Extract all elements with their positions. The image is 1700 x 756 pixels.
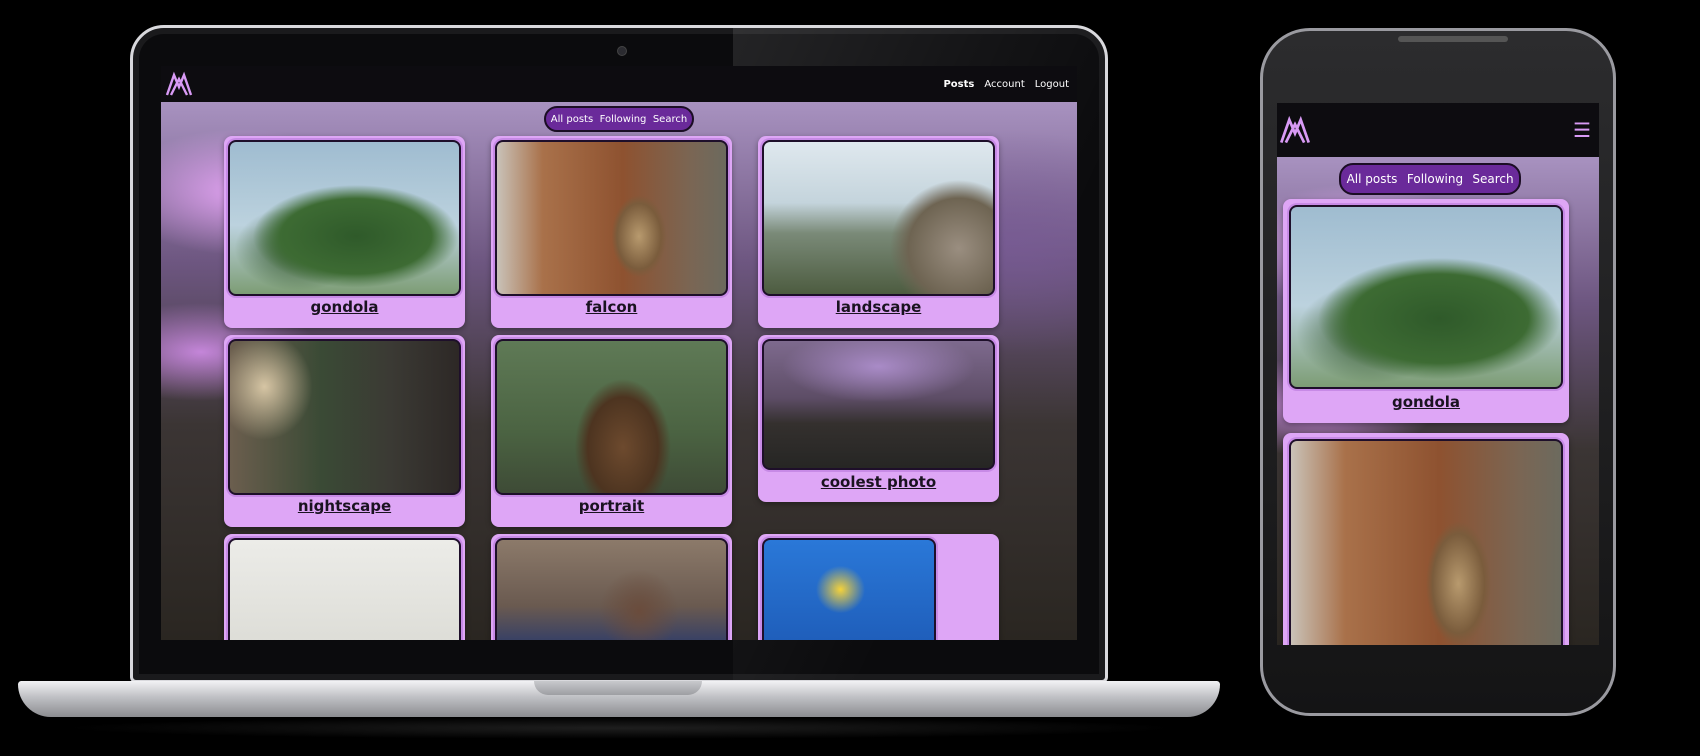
post-card-coolest-photo[interactable]: coolest photo bbox=[758, 335, 999, 502]
post-caption[interactable]: gondola bbox=[1283, 393, 1569, 411]
post-card-gondola[interactable]: gondola bbox=[224, 136, 465, 328]
post-card-landscape[interactable]: landscape bbox=[758, 136, 999, 328]
post-card-portrait[interactable]: portrait bbox=[491, 335, 732, 527]
post-caption[interactable]: gondola bbox=[224, 298, 465, 316]
post-image[interactable] bbox=[1289, 205, 1563, 389]
post-image[interactable] bbox=[762, 140, 995, 296]
hamburger-icon[interactable]: ☰ bbox=[1573, 118, 1591, 142]
laptop-shadow bbox=[60, 717, 1180, 739]
post-image[interactable] bbox=[495, 140, 728, 296]
post-caption[interactable]: portrait bbox=[491, 497, 732, 515]
post-image[interactable] bbox=[228, 339, 461, 495]
tab-following[interactable]: Following bbox=[1403, 165, 1467, 193]
feed-tabs: All posts Following Search bbox=[544, 106, 694, 132]
nav-link-logout[interactable]: Logout bbox=[1035, 79, 1069, 90]
feed-tabs: All posts Following Search bbox=[1339, 163, 1521, 195]
nav-link-account[interactable]: Account bbox=[984, 79, 1024, 90]
tab-following[interactable]: Following bbox=[598, 108, 648, 130]
post-image[interactable] bbox=[762, 339, 995, 470]
post-image[interactable] bbox=[228, 538, 461, 640]
post-caption[interactable]: falcon bbox=[491, 298, 732, 316]
post-caption[interactable]: nightscape bbox=[224, 497, 465, 515]
post-card[interactable] bbox=[491, 534, 732, 640]
logo-icon[interactable] bbox=[165, 71, 193, 97]
post-image[interactable] bbox=[495, 339, 728, 495]
post-image[interactable] bbox=[762, 538, 936, 640]
laptop-notch bbox=[534, 681, 702, 695]
laptop-screen: Posts Account Logout All posts Following… bbox=[161, 66, 1077, 640]
feed-area[interactable]: All posts Following Search gondola bbox=[1277, 157, 1599, 645]
post-card-gondola[interactable]: gondola bbox=[1283, 199, 1569, 423]
post-caption[interactable]: coolest photo bbox=[758, 473, 999, 491]
post-image[interactable] bbox=[495, 538, 728, 640]
nav-links: Posts Account Logout bbox=[943, 79, 1069, 90]
post-caption[interactable]: landscape bbox=[758, 298, 999, 316]
post-card-falcon[interactable] bbox=[1283, 433, 1569, 645]
nav-link-posts[interactable]: Posts bbox=[943, 79, 974, 90]
feed-area[interactable]: All posts Following Search gondola falco… bbox=[161, 102, 1077, 640]
post-card-falcon[interactable]: falcon bbox=[491, 136, 732, 328]
post-image[interactable] bbox=[1289, 439, 1563, 645]
post-card-nightscape[interactable]: nightscape bbox=[224, 335, 465, 527]
phone-screen: ☰ All posts Following Search gondola bbox=[1277, 103, 1599, 645]
tab-search[interactable]: Search bbox=[1467, 165, 1519, 193]
top-navbar: ☰ bbox=[1277, 103, 1599, 157]
post-image[interactable] bbox=[228, 140, 461, 296]
tab-search[interactable]: Search bbox=[648, 108, 692, 130]
phone-speaker bbox=[1398, 36, 1508, 42]
tab-all-posts[interactable]: All posts bbox=[546, 108, 598, 130]
logo-icon[interactable] bbox=[1279, 115, 1311, 145]
post-card[interactable] bbox=[224, 534, 465, 640]
camera-icon bbox=[617, 46, 627, 56]
post-card[interactable] bbox=[758, 534, 999, 640]
tab-all-posts[interactable]: All posts bbox=[1341, 165, 1403, 193]
top-navbar: Posts Account Logout bbox=[161, 66, 1077, 102]
